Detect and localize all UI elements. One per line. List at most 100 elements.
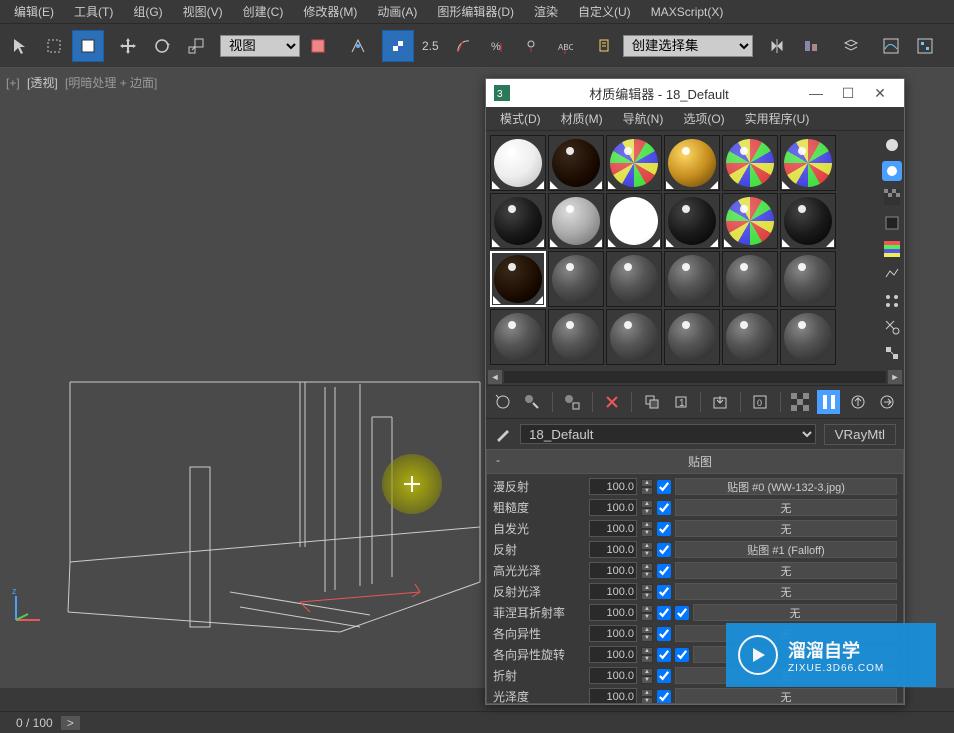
menu-rendering[interactable]: 渲染	[524, 0, 568, 23]
scroll-left-icon[interactable]: ◄	[488, 370, 502, 384]
param-checkbox[interactable]	[657, 606, 671, 620]
material-slot[interactable]	[780, 251, 836, 307]
param-value-input[interactable]	[589, 499, 637, 516]
close-button[interactable]: ✕	[864, 81, 896, 105]
minimize-button[interactable]: —	[800, 81, 832, 105]
material-slot[interactable]	[490, 135, 546, 191]
show-map-in-viewport-icon[interactable]	[789, 390, 812, 414]
put-to-library-icon[interactable]	[709, 390, 732, 414]
param-checkbox[interactable]	[657, 648, 671, 662]
spinner-up-icon[interactable]: ▲	[641, 563, 653, 571]
select-by-material-icon[interactable]	[882, 317, 902, 337]
rotate-tool[interactable]	[146, 30, 178, 62]
spinner-down-icon[interactable]: ▼	[641, 676, 653, 684]
material-slot[interactable]	[722, 309, 778, 365]
scroll-right-icon[interactable]: ►	[888, 370, 902, 384]
timeline-btn[interactable]: >	[61, 716, 80, 730]
layer-manager[interactable]	[835, 30, 867, 62]
named-selection-set[interactable]: 创建选择集	[623, 35, 753, 57]
menu-customize[interactable]: 自定义(U)	[568, 0, 641, 23]
param-value-input[interactable]	[589, 541, 637, 558]
material-type-button[interactable]: VRayMtl	[824, 424, 896, 445]
param-checkbox[interactable]	[657, 669, 671, 683]
material-map-navigator-icon[interactable]	[882, 343, 902, 363]
get-material-icon[interactable]	[492, 390, 515, 414]
material-slot[interactable]	[606, 309, 662, 365]
param-map-button[interactable]: 无	[693, 604, 897, 621]
menu-group[interactable]: 组(G)	[123, 0, 172, 23]
param-value-input[interactable]	[589, 478, 637, 495]
material-slot[interactable]	[722, 251, 778, 307]
mat-menu-mode[interactable]: 模式(D)	[490, 107, 551, 130]
video-color-check-icon[interactable]	[882, 239, 902, 259]
select-manipulate[interactable]	[342, 30, 374, 62]
spinner-up-icon[interactable]: ▲	[641, 647, 653, 655]
material-slot[interactable]	[722, 135, 778, 191]
options-icon[interactable]	[882, 291, 902, 311]
param-value-input[interactable]	[589, 583, 637, 600]
background-icon[interactable]	[882, 187, 902, 207]
param-checkbox[interactable]	[657, 585, 671, 599]
viewport-label[interactable]: [+] [透视] [明暗处理 + 边面]	[6, 74, 161, 91]
spinner-down-icon[interactable]: ▼	[641, 697, 653, 705]
param-value-input[interactable]	[589, 604, 637, 621]
material-slot[interactable]	[780, 193, 836, 249]
param-checkbox[interactable]	[657, 627, 671, 641]
param-value-input[interactable]	[589, 667, 637, 684]
curve-editor[interactable]	[875, 30, 907, 62]
param-map-button[interactable]: 无	[675, 520, 897, 537]
schematic-view[interactable]	[909, 30, 941, 62]
ref-coord-system[interactable]: 视图	[220, 35, 300, 57]
spinner-up-icon[interactable]: ▲	[641, 479, 653, 487]
param-checkbox[interactable]	[657, 690, 671, 704]
select-tool[interactable]	[4, 30, 36, 62]
menu-animation[interactable]: 动画(A)	[367, 0, 427, 23]
material-slot[interactable]	[548, 135, 604, 191]
spinner-up-icon[interactable]: ▲	[641, 584, 653, 592]
reset-map-icon[interactable]	[600, 390, 623, 414]
param-map-button[interactable]: 无	[675, 583, 897, 600]
spinner-up-icon[interactable]: ▲	[641, 626, 653, 634]
param-map-button[interactable]: 无	[675, 499, 897, 516]
put-to-scene-icon[interactable]	[521, 390, 544, 414]
param-value-input[interactable]	[589, 625, 637, 642]
go-forward-sibling-icon[interactable]	[875, 390, 898, 414]
spinner-down-icon[interactable]: ▼	[641, 655, 653, 663]
scale-tool[interactable]	[180, 30, 212, 62]
spinner-snap-toggle[interactable]	[515, 30, 547, 62]
menu-modifiers[interactable]: 修改器(M)	[293, 0, 367, 23]
spinner-up-icon[interactable]: ▲	[641, 605, 653, 613]
menu-edit[interactable]: 编辑(E)	[4, 0, 64, 23]
make-copy-icon[interactable]	[640, 390, 663, 414]
snap-toggle[interactable]	[382, 30, 414, 62]
align-tool[interactable]	[795, 30, 827, 62]
sample-type-icon[interactable]	[882, 135, 902, 155]
select-window-tool[interactable]	[72, 30, 104, 62]
material-slot[interactable]	[664, 135, 720, 191]
spinner-down-icon[interactable]: ▼	[641, 592, 653, 600]
select-region-tool[interactable]	[38, 30, 70, 62]
mat-menu-utilities[interactable]: 实用程序(U)	[735, 107, 820, 130]
material-slot-selected[interactable]	[490, 251, 546, 307]
angle-snap-toggle[interactable]	[447, 30, 479, 62]
edit-named-selection[interactable]	[589, 30, 621, 62]
param-checkbox[interactable]	[657, 522, 671, 536]
material-slot[interactable]	[606, 251, 662, 307]
pick-material-icon[interactable]	[494, 425, 512, 443]
spinner-down-icon[interactable]: ▼	[641, 487, 653, 495]
param-extra-checkbox[interactable]	[675, 648, 689, 662]
spinner-up-icon[interactable]: ▲	[641, 542, 653, 550]
make-preview-icon[interactable]	[882, 265, 902, 285]
material-slot[interactable]	[548, 251, 604, 307]
material-editor-titlebar[interactable]: 3 材质编辑器 - 18_Default — ☐ ✕	[486, 79, 904, 107]
menu-tools[interactable]: 工具(T)	[64, 0, 123, 23]
menu-maxscript[interactable]: MAXScript(X)	[641, 2, 734, 22]
percent-snap-toggle[interactable]: %	[481, 30, 513, 62]
param-checkbox[interactable]	[657, 480, 671, 494]
param-value-input[interactable]	[589, 646, 637, 663]
use-pivot-center[interactable]	[302, 30, 334, 62]
param-extra-checkbox[interactable]	[675, 606, 689, 620]
material-slot[interactable]	[664, 309, 720, 365]
go-to-parent-icon[interactable]	[846, 390, 869, 414]
material-slot[interactable]	[780, 309, 836, 365]
